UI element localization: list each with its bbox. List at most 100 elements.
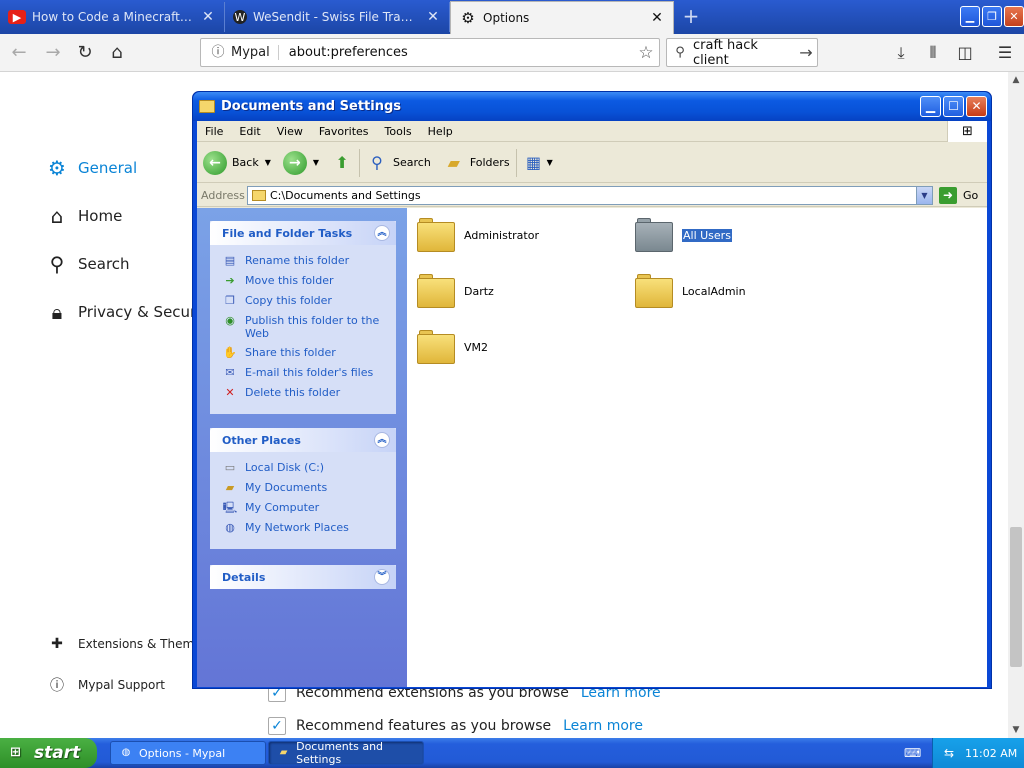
expand-icon[interactable]: ︾ <box>374 569 390 585</box>
pref-recommend-features[interactable]: ✓ Recommend features as you browse Learn… <box>268 717 643 735</box>
search-go-arrow-icon[interactable]: → <box>795 43 817 62</box>
scroll-down-arrow-icon[interactable]: ▼ <box>1008 722 1024 738</box>
taskbar-item-mypal[interactable]: ◍ Options - Mypal <box>110 741 266 765</box>
bookmark-star-icon[interactable]: ☆ <box>633 43 659 63</box>
clock[interactable]: 11:02 AM <box>965 747 1017 760</box>
start-button[interactable]: ⊞ start <box>0 738 97 768</box>
maximize-button[interactable]: ☐ <box>943 96 964 117</box>
checkbox-checked[interactable]: ✓ <box>268 717 286 735</box>
prefs-support-link[interactable]: ⓘ Mypal Support <box>48 675 165 695</box>
scrollbar-thumb[interactable] <box>1010 527 1022 667</box>
minimize-button[interactable]: ▁ <box>960 6 980 27</box>
tab-youtube[interactable]: ▶ How to Code a Minecraft 1.8.9 hack ✕ <box>0 2 225 32</box>
place-my-computer[interactable]: 🖳︎ My Computer <box>222 501 386 515</box>
menu-file[interactable]: File <box>197 125 231 138</box>
task-label: Move this folder <box>245 274 334 287</box>
panel-header[interactable]: Other Places ︽ <box>210 428 396 452</box>
views-button[interactable]: ▦ ▼ <box>523 152 553 174</box>
folders-icon: ▰ <box>447 152 460 172</box>
prefs-nav-search[interactable]: ⚲ Search <box>44 252 130 276</box>
info-icon[interactable]: ⓘ <box>207 42 229 64</box>
chevron-down-icon[interactable]: ▼ <box>313 158 319 167</box>
close-icon[interactable]: ✕ <box>649 10 665 26</box>
address-path[interactable]: C:\Documents and Settings <box>270 189 916 202</box>
menu-hamburger-icon[interactable]: ☰ <box>992 40 1018 66</box>
back-button[interactable]: ← Back ▼ <box>203 150 271 175</box>
panel-header[interactable]: Details ︾ <box>210 565 396 589</box>
collapse-icon[interactable]: ︽ <box>374 225 390 241</box>
new-tab-button[interactable]: + <box>678 4 704 30</box>
minimize-button[interactable]: ▁ <box>920 96 941 117</box>
restore-button[interactable]: ❐ <box>982 6 1002 27</box>
search-button[interactable]: ⚲ Search <box>366 152 431 174</box>
panel-header[interactable]: File and Folder Tasks ︽ <box>210 221 396 245</box>
browser-window-controls: ▁ ❐ ✕ <box>958 6 1024 27</box>
close-window-button[interactable]: ✕ <box>1004 6 1024 27</box>
prefs-nav-home[interactable]: ⌂ Home <box>44 204 123 228</box>
collapse-icon[interactable]: ︽ <box>374 432 390 448</box>
back-arrow-icon[interactable]: ← <box>6 40 32 66</box>
folder-item[interactable]: VM2 <box>417 330 488 364</box>
close-icon[interactable]: ✕ <box>200 9 216 25</box>
search-bar[interactable]: ⚲ craft hack client → <box>666 38 818 68</box>
tab-wesendit[interactable]: W WeSendit - Swiss File Transfer Service… <box>225 2 450 32</box>
wesendit-icon: W <box>233 10 247 24</box>
prefs-nav-general[interactable]: ⚙ General <box>44 156 137 180</box>
keyboard-icon[interactable]: ⌨ <box>904 746 921 760</box>
task-share[interactable]: ✋ Share this folder <box>222 346 386 360</box>
search-input[interactable]: craft hack client <box>693 38 795 68</box>
task-email[interactable]: ✉ E-mail this folder's files <box>222 366 386 380</box>
sidebar-icon[interactable]: ◫ <box>952 40 978 66</box>
scroll-up-arrow-icon[interactable]: ▲ <box>1008 72 1024 88</box>
folder-item-selected[interactable]: All Users <box>635 218 732 252</box>
forward-arrow-icon[interactable]: → <box>40 40 66 66</box>
library-icon[interactable]: ⫴ <box>920 40 946 66</box>
prefs-nav-privacy[interactable]: 🔒︎ Privacy & Security <box>44 300 215 324</box>
tab-options[interactable]: ⚙ Options ✕ <box>450 1 674 34</box>
prefs-extensions-link[interactable]: ✚ Extensions & Themes <box>48 636 208 652</box>
site-identity[interactable]: Mypal <box>229 45 279 60</box>
forward-button[interactable]: → ▼ <box>282 150 319 175</box>
learn-more-link[interactable]: Learn more <box>563 718 643 734</box>
folder-item[interactable]: Administrator <box>417 218 539 252</box>
menu-view[interactable]: View <box>269 125 311 138</box>
address-bar: Address C:\Documents and Settings ▼ ➜ Go <box>197 184 987 207</box>
chevron-down-icon[interactable]: ▼ <box>265 158 271 167</box>
folders-button[interactable]: ▰ Folders <box>443 152 510 174</box>
address-input[interactable]: C:\Documents and Settings ▼ <box>247 185 933 205</box>
menu-edit[interactable]: Edit <box>231 125 268 138</box>
menu-favorites[interactable]: Favorites <box>311 125 377 138</box>
explorer-client-area: File Edit View Favorites Tools Help ⊞ ← … <box>197 121 987 687</box>
task-delete[interactable]: ✕ Delete this folder <box>222 386 386 400</box>
task-rename[interactable]: ▤ Rename this folder <box>222 254 386 268</box>
go-button[interactable]: ➜ Go <box>939 186 978 204</box>
task-publish[interactable]: ◉ Publish this folder to the Web <box>222 314 386 340</box>
up-folder-button[interactable]: ⬆ <box>331 152 353 174</box>
close-icon[interactable]: ✕ <box>425 9 441 25</box>
menu-tools[interactable]: Tools <box>377 125 420 138</box>
explorer-title-bar[interactable]: Documents and Settings ▁ ☐ ✕ <box>193 92 991 121</box>
downloads-icon[interactable]: ⤓ <box>888 40 914 66</box>
place-network[interactable]: ◍ My Network Places <box>222 521 386 535</box>
url-bar[interactable]: ⓘ Mypal about:preferences ☆ <box>200 38 660 67</box>
page-scrollbar[interactable]: ▲ ▼ <box>1008 72 1024 738</box>
close-window-button[interactable]: ✕ <box>966 96 987 117</box>
place-local-disk[interactable]: ▭ Local Disk (C:) <box>222 461 386 475</box>
panel-title: Other Places <box>222 433 301 447</box>
taskbar: ⊞ start ◍ Options - Mypal ▰ Documents an… <box>0 738 1024 768</box>
chevron-down-icon[interactable]: ▼ <box>547 158 553 167</box>
folder-item[interactable]: LocalAdmin <box>635 274 746 308</box>
home-icon[interactable]: ⌂ <box>104 40 130 66</box>
task-copy[interactable]: ❐ Copy this folder <box>222 294 386 308</box>
menu-help[interactable]: Help <box>420 125 461 138</box>
chevron-down-icon[interactable]: ▼ <box>916 186 932 204</box>
folder-label: LocalAdmin <box>682 284 746 298</box>
network-icon[interactable]: ⇆ <box>941 746 957 760</box>
folder-item[interactable]: Dartz <box>417 274 494 308</box>
taskbar-item-explorer[interactable]: ▰ Documents and Settings <box>268 740 424 766</box>
globe-icon: ◉ <box>225 314 235 327</box>
task-move[interactable]: ➔ Move this folder <box>222 274 386 288</box>
url-text[interactable]: about:preferences <box>279 45 633 60</box>
place-my-documents[interactable]: ▰ My Documents <box>222 481 386 495</box>
reload-icon[interactable]: ↻ <box>72 40 98 66</box>
